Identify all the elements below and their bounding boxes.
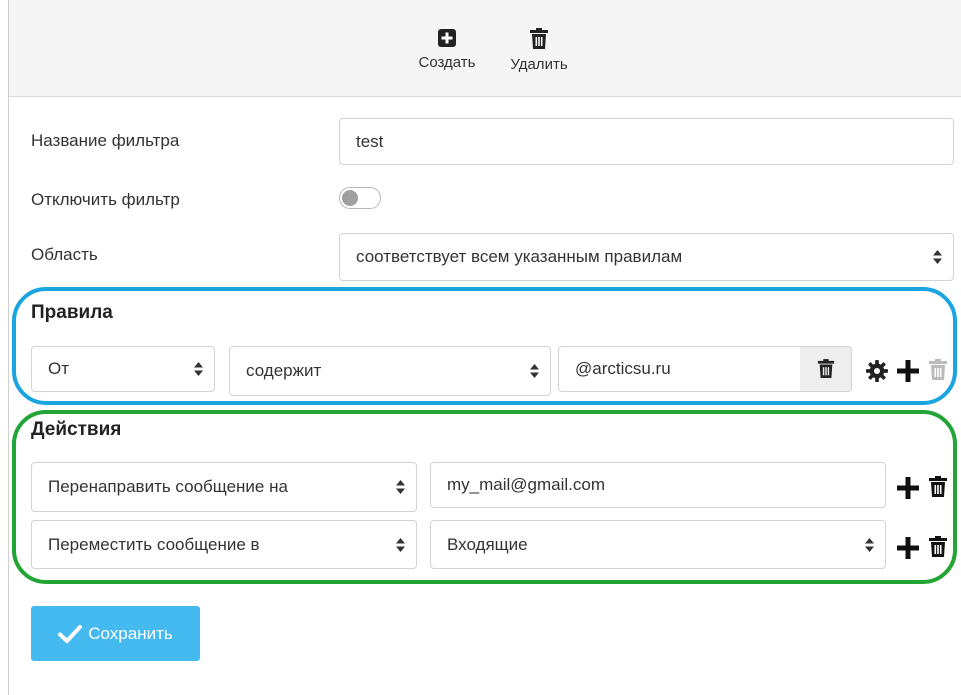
delete-button[interactable]: Удалить [501, 28, 577, 73]
gear-icon[interactable] [866, 360, 888, 382]
rule-field-value: От [48, 359, 70, 378]
plus-icon[interactable] [897, 537, 919, 559]
disable-filter-toggle[interactable] [339, 187, 381, 209]
filter-name-input[interactable]: test [339, 118, 954, 165]
save-label: Сохранить [88, 623, 173, 643]
filter-name-label: Название фильтра [31, 131, 180, 150]
action-1-select[interactable]: Перенаправить сообщение на [31, 462, 417, 512]
trash-icon[interactable] [928, 475, 948, 499]
select-arrows-icon [530, 364, 539, 378]
trash-icon [817, 359, 834, 378]
action-1-value: Перенаправить сообщение на [48, 477, 288, 496]
save-button[interactable]: Сохранить [31, 606, 200, 661]
rule-condition-select[interactable]: содержит [229, 346, 551, 396]
create-button[interactable]: Создать [409, 28, 485, 71]
trash-icon[interactable] [928, 535, 948, 559]
rule-value-text: @arcticsu.ru [575, 359, 671, 378]
create-label: Создать [418, 54, 476, 71]
action-2-select[interactable]: Переместить сообщение в [31, 520, 417, 569]
action-2-target-value: Входящие [447, 534, 528, 554]
scope-value: соответствует всем указанным правилам [356, 247, 683, 266]
rules-title: Правила [31, 302, 113, 323]
trash-icon [530, 28, 548, 49]
action-1-target-input[interactable]: my_mail@gmail.com [430, 462, 886, 508]
scope-label: Область [31, 245, 98, 264]
delete-label: Удалить [510, 56, 568, 73]
select-arrows-icon [865, 537, 874, 552]
checkmark-icon [58, 624, 83, 643]
select-arrows-icon [396, 537, 405, 552]
scope-select[interactable]: соответствует всем указанным правилам [339, 233, 954, 281]
toggle-knob [342, 190, 358, 206]
select-arrows-icon [933, 250, 942, 264]
trash-icon-disabled[interactable] [928, 358, 948, 382]
action-1-target-value: my_mail@gmail.com [447, 475, 606, 494]
plus-icon[interactable] [897, 477, 919, 499]
select-arrows-icon [194, 362, 203, 376]
rule-condition-value: содержит [246, 361, 322, 380]
rule-value-input[interactable]: @arcticsu.ru [558, 346, 801, 392]
disable-filter-label: Отключить фильтр [31, 190, 180, 209]
plus-square-icon [438, 29, 456, 47]
toolbar: Создать Удалить [9, 0, 961, 97]
actions-title: Действия [31, 419, 122, 440]
rule-field-select[interactable]: От [31, 346, 215, 392]
plus-icon[interactable] [897, 360, 919, 382]
select-arrows-icon [396, 480, 405, 494]
action-2-target-select[interactable]: Входящие [430, 520, 886, 569]
frame-border [8, 0, 9, 695]
filter-name-value: test [356, 131, 384, 151]
action-2-value: Переместить сообщение в [48, 534, 260, 554]
rule-value-clear-button[interactable] [800, 346, 852, 392]
